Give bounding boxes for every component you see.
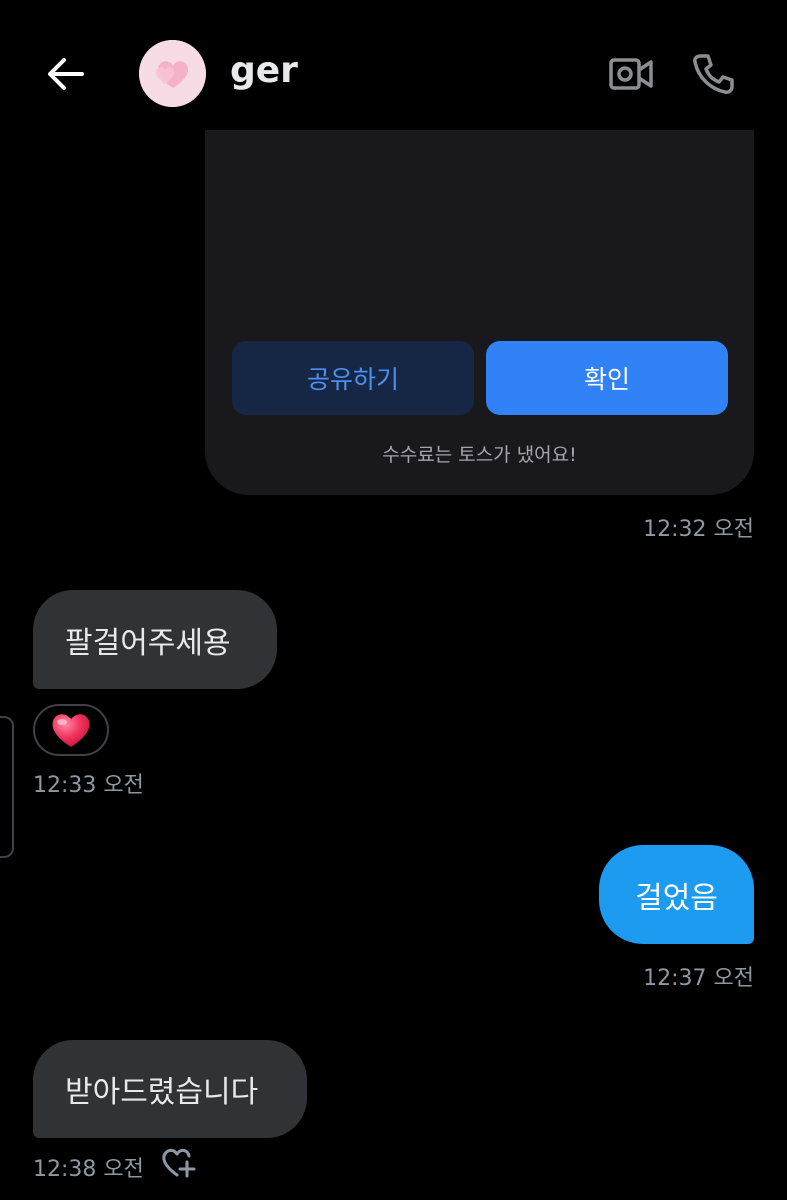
heart-avatar-icon (139, 40, 206, 107)
incoming-message-bubble[interactable]: 팔걸어주세용 (33, 590, 277, 689)
message-timestamp: 12:38 오전 (33, 1157, 144, 1182)
back-button[interactable] (44, 52, 88, 96)
message-timestamp: 12:33 오전 (33, 773, 144, 798)
phone-icon (693, 54, 734, 94)
avatar[interactable] (139, 40, 206, 107)
arrow-left-icon (48, 58, 84, 90)
heart-reaction-badge[interactable] (33, 704, 109, 756)
dm-conversation-screen: ger 공유하기 확인 수수료는 토스가 냈어요! 12:32 오전 팔걸어주세… (0, 0, 787, 1200)
add-reaction-button[interactable] (162, 1148, 196, 1178)
incoming-message-bubble[interactable]: 받아드렸습니다 (33, 1040, 307, 1138)
conversation-header: ger (0, 0, 787, 140)
heart-icon (52, 714, 90, 747)
confirm-button[interactable]: 확인 (486, 341, 728, 415)
outgoing-message-bubble[interactable]: 걸었음 (599, 845, 754, 944)
voice-call-button[interactable] (688, 50, 738, 98)
conversation-username[interactable]: ger (230, 50, 298, 91)
video-call-button[interactable] (606, 52, 656, 96)
message-timestamp: 12:32 오전 (643, 517, 754, 542)
video-call-icon (609, 58, 653, 90)
payment-card: 공유하기 확인 수수료는 토스가 냈어요! (205, 130, 754, 495)
side-edge-indicator (0, 716, 14, 858)
share-button[interactable]: 공유하기 (232, 341, 474, 415)
fee-note: 수수료는 토스가 냈어요! (382, 444, 577, 466)
message-timestamp: 12:37 오전 (643, 966, 754, 991)
heart-plus-icon (162, 1148, 196, 1178)
